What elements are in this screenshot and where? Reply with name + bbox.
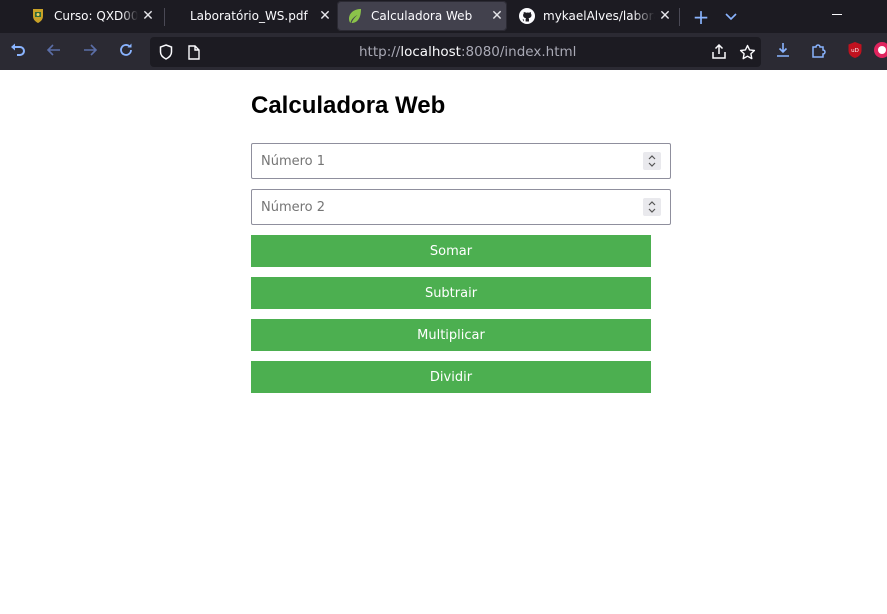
number-2-input[interactable] — [252, 190, 632, 224]
puzzle-piece-icon — [811, 42, 827, 62]
spring-leaf-icon — [347, 8, 363, 24]
tab-bar: Curso: QXD0043 - SIST ✕ Laboratório_WS.p… — [0, 0, 887, 33]
tab-title: Calculadora Web — [371, 9, 473, 23]
url-text[interactable]: http://localhost:8080/index.html — [359, 44, 576, 60]
undo-close-tab-button[interactable] — [0, 33, 36, 70]
github-icon — [519, 8, 535, 24]
tab-title: Curso: QXD0043 - SIST — [54, 9, 138, 23]
spinner-arrows-icon — [648, 155, 656, 167]
url-path: :8080/index.html — [460, 44, 577, 60]
page-info-icon[interactable] — [180, 37, 208, 67]
navigation-toolbar: http://localhost:8080/index.html uD — [0, 33, 887, 70]
tab-title: Laboratório_WS.pdf — [190, 9, 308, 23]
close-tab-icon[interactable]: ✕ — [487, 8, 507, 24]
subtract-button[interactable]: Subtrair — [251, 277, 651, 309]
page-content: Calculadora Web Somar Subtrair Multiplic… — [0, 70, 887, 614]
forward-arrow-icon — [82, 42, 98, 62]
multiply-button[interactable]: Multiplicar — [251, 319, 651, 351]
close-tab-icon[interactable]: ✕ — [655, 8, 675, 24]
page-title: Calculadora Web — [251, 92, 446, 119]
extension-button-clipped[interactable] — [873, 33, 887, 70]
tab-title: mykaelAlves/laborato — [543, 9, 655, 23]
ublock-shield-icon: uD — [847, 41, 863, 63]
svg-text:uD: uD — [851, 48, 859, 54]
number-1-spinner[interactable] — [643, 152, 661, 170]
number-2-field[interactable] — [251, 189, 671, 225]
spinner-arrows-icon — [648, 201, 656, 213]
ublock-origin-button[interactable]: uD — [837, 33, 873, 70]
number-1-input[interactable] — [252, 144, 632, 178]
url-scheme: http:// — [359, 44, 401, 60]
download-icon — [775, 42, 791, 62]
minimize-window-button[interactable] — [827, 0, 847, 30]
extensions-button[interactable] — [801, 33, 837, 70]
forward-button[interactable] — [72, 33, 108, 70]
new-tab-button[interactable]: + — [686, 0, 716, 33]
ufc-crest-icon — [30, 8, 46, 24]
tab-curso[interactable]: Curso: QXD0043 - SIST ✕ — [0, 1, 158, 31]
back-button[interactable] — [36, 33, 72, 70]
url-host: localhost — [400, 44, 461, 60]
tracking-protection-shield-icon[interactable] — [152, 37, 180, 67]
list-all-tabs-button[interactable] — [716, 0, 746, 33]
share-icon[interactable] — [705, 37, 733, 67]
tab-divider — [679, 8, 680, 26]
add-button[interactable]: Somar — [251, 235, 651, 267]
url-bar[interactable]: http://localhost:8080/index.html — [150, 37, 761, 67]
tab-github[interactable]: mykaelAlves/laborato ✕ — [509, 1, 675, 31]
close-tab-icon[interactable]: ✕ — [315, 8, 335, 24]
tab-calculadora-web[interactable]: Calculadora Web ✕ — [337, 1, 507, 31]
reload-icon — [118, 42, 134, 62]
undo-icon — [9, 41, 27, 63]
bookmark-star-icon[interactable] — [733, 37, 761, 67]
extension-icon — [873, 41, 887, 63]
toolbar-right-group: uD — [765, 33, 887, 70]
tab-laboratorio-pdf[interactable]: Laboratório_WS.pdf ✕ — [165, 1, 335, 31]
close-tab-icon[interactable]: ✕ — [138, 8, 158, 24]
divide-button[interactable]: Dividir — [251, 361, 651, 393]
back-arrow-icon — [46, 42, 62, 62]
reload-button[interactable] — [108, 33, 144, 70]
number-2-spinner[interactable] — [643, 198, 661, 216]
number-1-field[interactable] — [251, 143, 671, 179]
downloads-button[interactable] — [765, 33, 801, 70]
